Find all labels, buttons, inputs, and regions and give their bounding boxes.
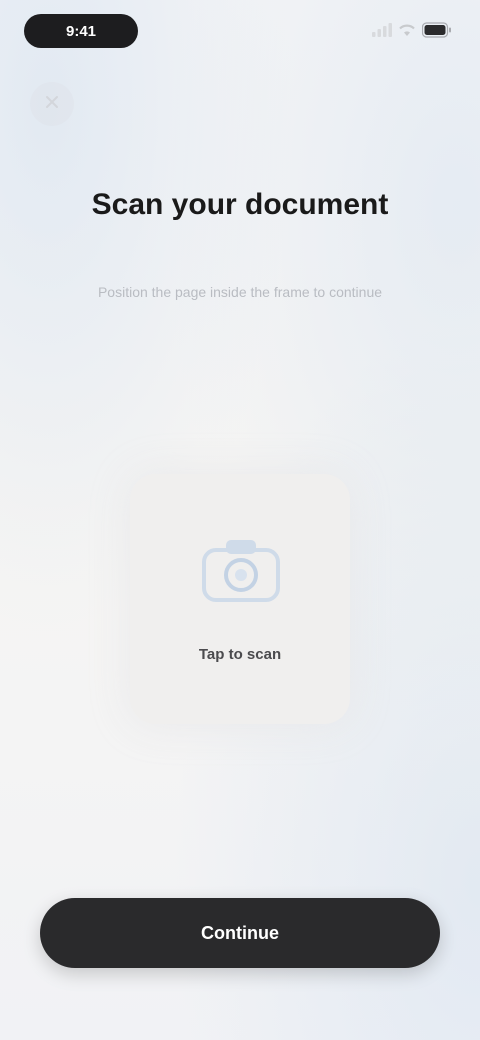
close-button[interactable]: [30, 82, 74, 126]
signal-icon: [372, 23, 392, 42]
status-bar: 9:41: [0, 8, 480, 52]
page-title: Scan your document: [91, 188, 389, 221]
scan-label: Tap to scan: [198, 646, 282, 663]
status-icons: [372, 22, 452, 43]
status-time: 9:41: [24, 14, 138, 48]
camera-icon: [196, 530, 286, 610]
app-screen: 9:41 Scan your document Position the pag…: [0, 0, 480, 1040]
scan-card[interactable]: Tap to scan: [130, 474, 350, 724]
continue-button[interactable]: Continue: [40, 898, 440, 968]
wifi-icon: [398, 23, 416, 42]
battery-icon: [421, 22, 452, 43]
page-subtitle: Position the page inside the frame to co…: [97, 284, 383, 300]
close-icon: [44, 94, 60, 115]
